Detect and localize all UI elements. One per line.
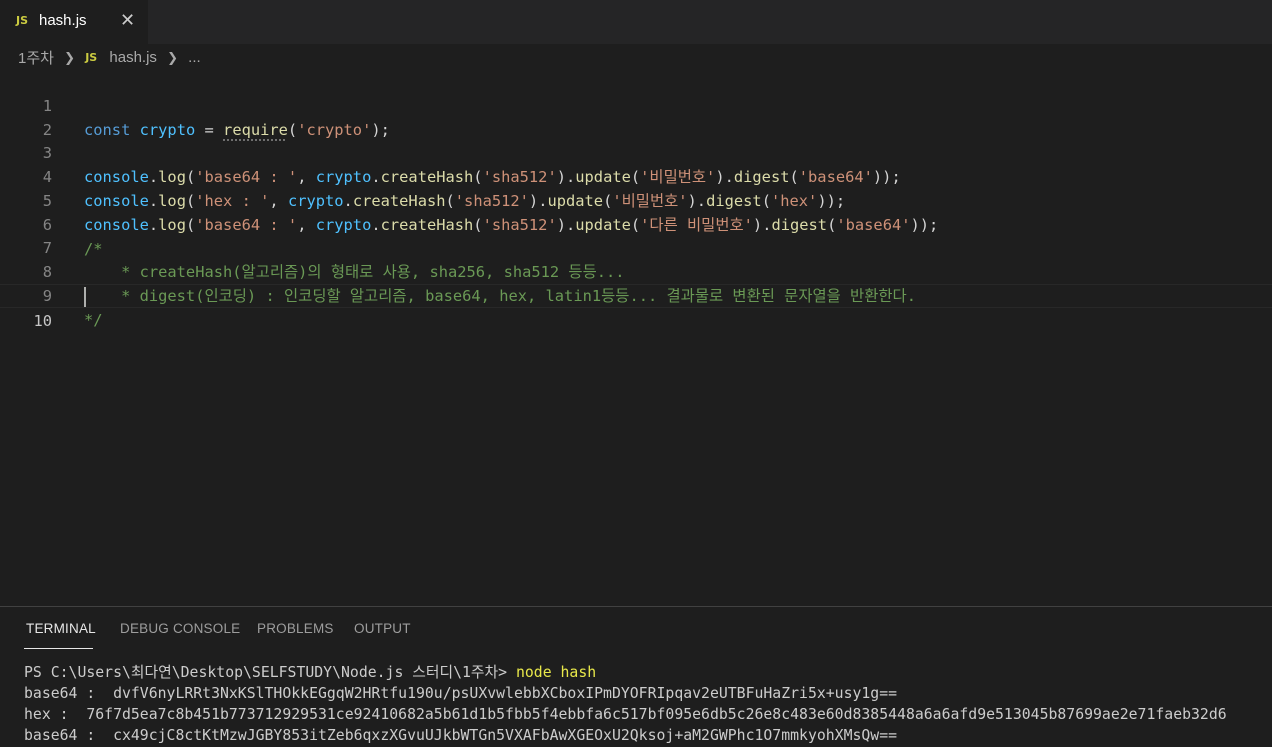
- code-line[interactable]: 5 console.log('base64 : ', crypto.create…: [0, 165, 1272, 234]
- terminal-prompt-line: PS C:\Users\최다연\Desktop\SELFSTUDY\Node.j…: [24, 662, 1272, 683]
- terminal-output[interactable]: PS C:\Users\최다연\Desktop\SELFSTUDY\Node.j…: [24, 662, 1272, 746]
- code-line[interactable]: 7 * createHash(알고리즘)의 형태로 사용, sha256, sh…: [0, 212, 1272, 281]
- active-tab-indicator: [24, 648, 93, 649]
- code-line[interactable]: 4 console.log('hex : ', crypto.createHas…: [0, 141, 1272, 210]
- chevron-right-icon: ❯: [64, 49, 76, 65]
- code-line-current[interactable]: 10: [0, 284, 1272, 330]
- breadcrumb: 1주차 ❯ JS hash.js ❯ ...: [18, 47, 201, 69]
- code-line[interactable]: 2: [0, 94, 1272, 139]
- code-line[interactable]: 1 const crypto = require('crypto');: [0, 70, 1272, 139]
- terminal-line: hex : 76f7d5ea7c8b451b773712929531ce9241…: [24, 706, 1227, 723]
- code-line[interactable]: 3 console.log('base64 : ', crypto.create…: [0, 117, 1272, 186]
- code-line[interactable]: 9 */: [0, 260, 1272, 329]
- javascript-file-icon: JS: [85, 51, 98, 64]
- code-editor[interactable]: 1 const crypto = require('crypto'); 2 3 …: [0, 70, 1272, 606]
- terminal-line: base64 : dvfV6nyLRRt3NxKSlTHOkkEGgqW2HRt…: [24, 685, 898, 702]
- breadcrumb-more[interactable]: ...: [188, 49, 201, 66]
- tab-terminal[interactable]: TERMINAL: [26, 621, 96, 636]
- close-icon[interactable]: ✕: [120, 10, 135, 30]
- terminal-line: base64 : cx49cjC8ctKtMzwJGBY853itZeb6qxz…: [24, 727, 898, 744]
- editor-tab-bar: JS hash.js ✕: [0, 0, 1272, 44]
- tab-label: hash.js: [39, 12, 87, 29]
- terminal-command: node hash: [515, 664, 597, 681]
- javascript-file-icon: JS: [16, 14, 29, 27]
- tab-debug-console[interactable]: DEBUG CONSOLE: [120, 621, 240, 636]
- code-line[interactable]: 6 /*: [0, 189, 1272, 258]
- line-number: 10: [33, 312, 52, 330]
- breadcrumb-folder[interactable]: 1주차: [18, 47, 54, 68]
- tab-problems[interactable]: PROBLEMS: [257, 621, 334, 636]
- text-cursor: [84, 287, 86, 307]
- chevron-right-icon: ❯: [167, 49, 178, 65]
- breadcrumb-file[interactable]: hash.js: [109, 49, 157, 66]
- line-code: */: [84, 311, 103, 329]
- code-line[interactable]: 8 * digest(인코딩) : 인코딩할 알고리즘, base64, hex…: [0, 236, 1272, 305]
- tab-output[interactable]: OUTPUT: [354, 621, 411, 636]
- bottom-panel: TERMINAL DEBUG CONSOLE PROBLEMS OUTPUT P…: [0, 606, 1272, 747]
- terminal-prompt: PS C:\Users\최다연\Desktop\SELFSTUDY\Node.j…: [24, 664, 516, 681]
- tab-hash-js[interactable]: JS hash.js ✕: [0, 0, 148, 44]
